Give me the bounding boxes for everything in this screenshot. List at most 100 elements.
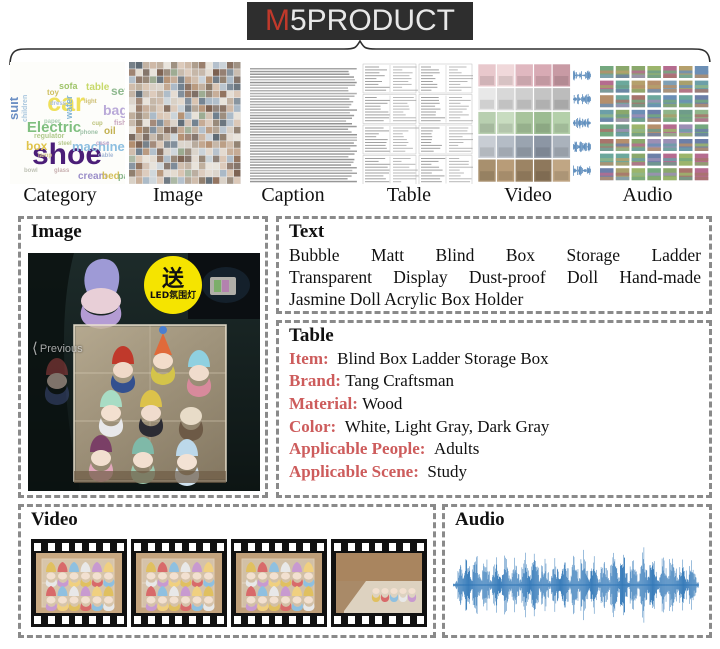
svg-text:oil: oil [104,126,116,137]
sprocket-hole [34,615,42,624]
video-frame-image [336,553,422,613]
chevron-left-icon: ⟨ [32,340,38,357]
svg-text:toy: toy [47,88,60,97]
sprocket-hole [261,615,269,624]
sprocket-hole [202,542,210,551]
film-strip [31,539,427,627]
text-line: Transparent Display Dust-proof Doll Hand… [289,267,701,288]
sprocket-hole [289,542,297,551]
sprocket-hole [89,542,97,551]
sprocket-hole [48,542,56,551]
film-sprockets [231,615,327,624]
title-rest: 5PRODUCT [289,4,455,37]
sprocket-hole [148,542,156,551]
table-value: White, Light Gray, Dark Gray [344,416,550,436]
sprocket-hole [75,542,83,551]
sprocket-hole [234,542,242,551]
sprocket-hole [302,542,310,551]
table-grid [361,62,473,184]
video-frame-image [136,553,222,613]
sprocket-hole [402,542,410,551]
sprocket-hole [61,542,69,551]
svg-text:bag: bag [103,102,125,118]
svg-text:cable: cable [98,153,114,159]
sprocket-hole [348,615,356,624]
svg-text:light: light [84,99,97,105]
promo-badge: 送 LED氛围灯 [144,256,202,314]
sprocket-hole [102,542,110,551]
sprocket-hole [361,542,369,551]
svg-text:paper: paper [44,119,61,125]
panel-table-title: Table [289,325,334,346]
sprocket-hole [34,542,42,551]
page-title: M5PRODUCT [265,6,455,36]
sprocket-hole [289,615,297,624]
previous-nav-button[interactable]: ⟨ Previous [32,341,83,356]
video-frame [331,539,427,627]
table-key: Item: [289,348,329,368]
video-frames-grid [477,62,593,184]
film-sprockets [231,542,327,551]
sprocket-hole [348,542,356,551]
sprocket-hole [361,615,369,624]
sprocket-hole [402,615,410,624]
wordcloud-image: shoe car Electric box bag suit set table… [10,62,125,184]
sprocket-hole [375,615,383,624]
sprocket-hole [175,615,183,624]
video-frame [131,539,227,627]
audio-waveform [452,541,699,629]
film-sprockets [331,542,427,551]
spectrogram-grid [597,62,712,184]
table-key: Brand: [289,371,341,391]
image-mosaic [129,62,241,184]
badge-sub-text: LED氛围灯 [149,290,197,301]
sprocket-hole [261,542,269,551]
attribute-table: Item: Blind Box Ladder Storage Box Brand… [289,348,709,484]
table-row: Color: White, Light Gray, Dark Gray [289,416,709,439]
svg-text:case: case [96,141,110,147]
sprocket-hole [61,615,69,624]
svg-text:set: set [111,84,125,98]
svg-text:glass: glass [54,168,70,174]
thumbnail-category: shoe car Electric box bag suit set table… [10,62,125,184]
svg-text:steel: steel [58,141,72,147]
sprocket-hole [148,615,156,624]
table-row: Item: Blind Box Ladder Storage Box [289,348,709,371]
sprocket-hole [161,542,169,551]
sprocket-hole [175,542,183,551]
thumbnail-table-grid [361,62,473,184]
sprocket-hole [216,615,224,624]
sprocket-hole [334,542,342,551]
svg-text:bowl: bowl [24,168,38,174]
sprocket-hole [189,542,197,551]
svg-text:children: children [22,95,29,122]
sprocket-hole [161,615,169,624]
table-key: Material: [289,394,358,414]
table-value: Wood [362,394,403,414]
table-row: Applicable People: Adults [289,438,709,461]
sprocket-hole [134,615,142,624]
thumbnail-audio-spectrograms [597,62,712,184]
thumbnail-caption-text [245,62,357,184]
svg-text:box: box [26,139,48,153]
caption-text-block [245,62,357,184]
panel-image-title: Image [31,221,82,242]
panel-text: Text Bubble Matt Blind Box Storage Ladde… [276,216,712,314]
figure-root: M5PRODUCT shoe car Electric box bag suit… [0,0,720,649]
title-accent-letter: M [264,4,290,37]
table-row: Applicable Scene: Study [289,461,709,484]
svg-text:sofa: sofa [59,81,79,91]
panel-video: Video [18,504,436,638]
sprocket-hole [302,615,310,624]
waveform-plot [452,547,699,623]
svg-text:pants: pants [118,171,125,181]
svg-text:dress: dress [50,101,67,107]
modality-label-table: Table [386,184,432,206]
film-sprockets [31,542,127,551]
film-sprockets [331,615,427,624]
svg-text:lamp: lamp [38,153,52,159]
sprocket-hole [416,542,424,551]
sprocket-hole [202,615,210,624]
sprocket-hole [48,615,56,624]
sprocket-hole [189,615,197,624]
